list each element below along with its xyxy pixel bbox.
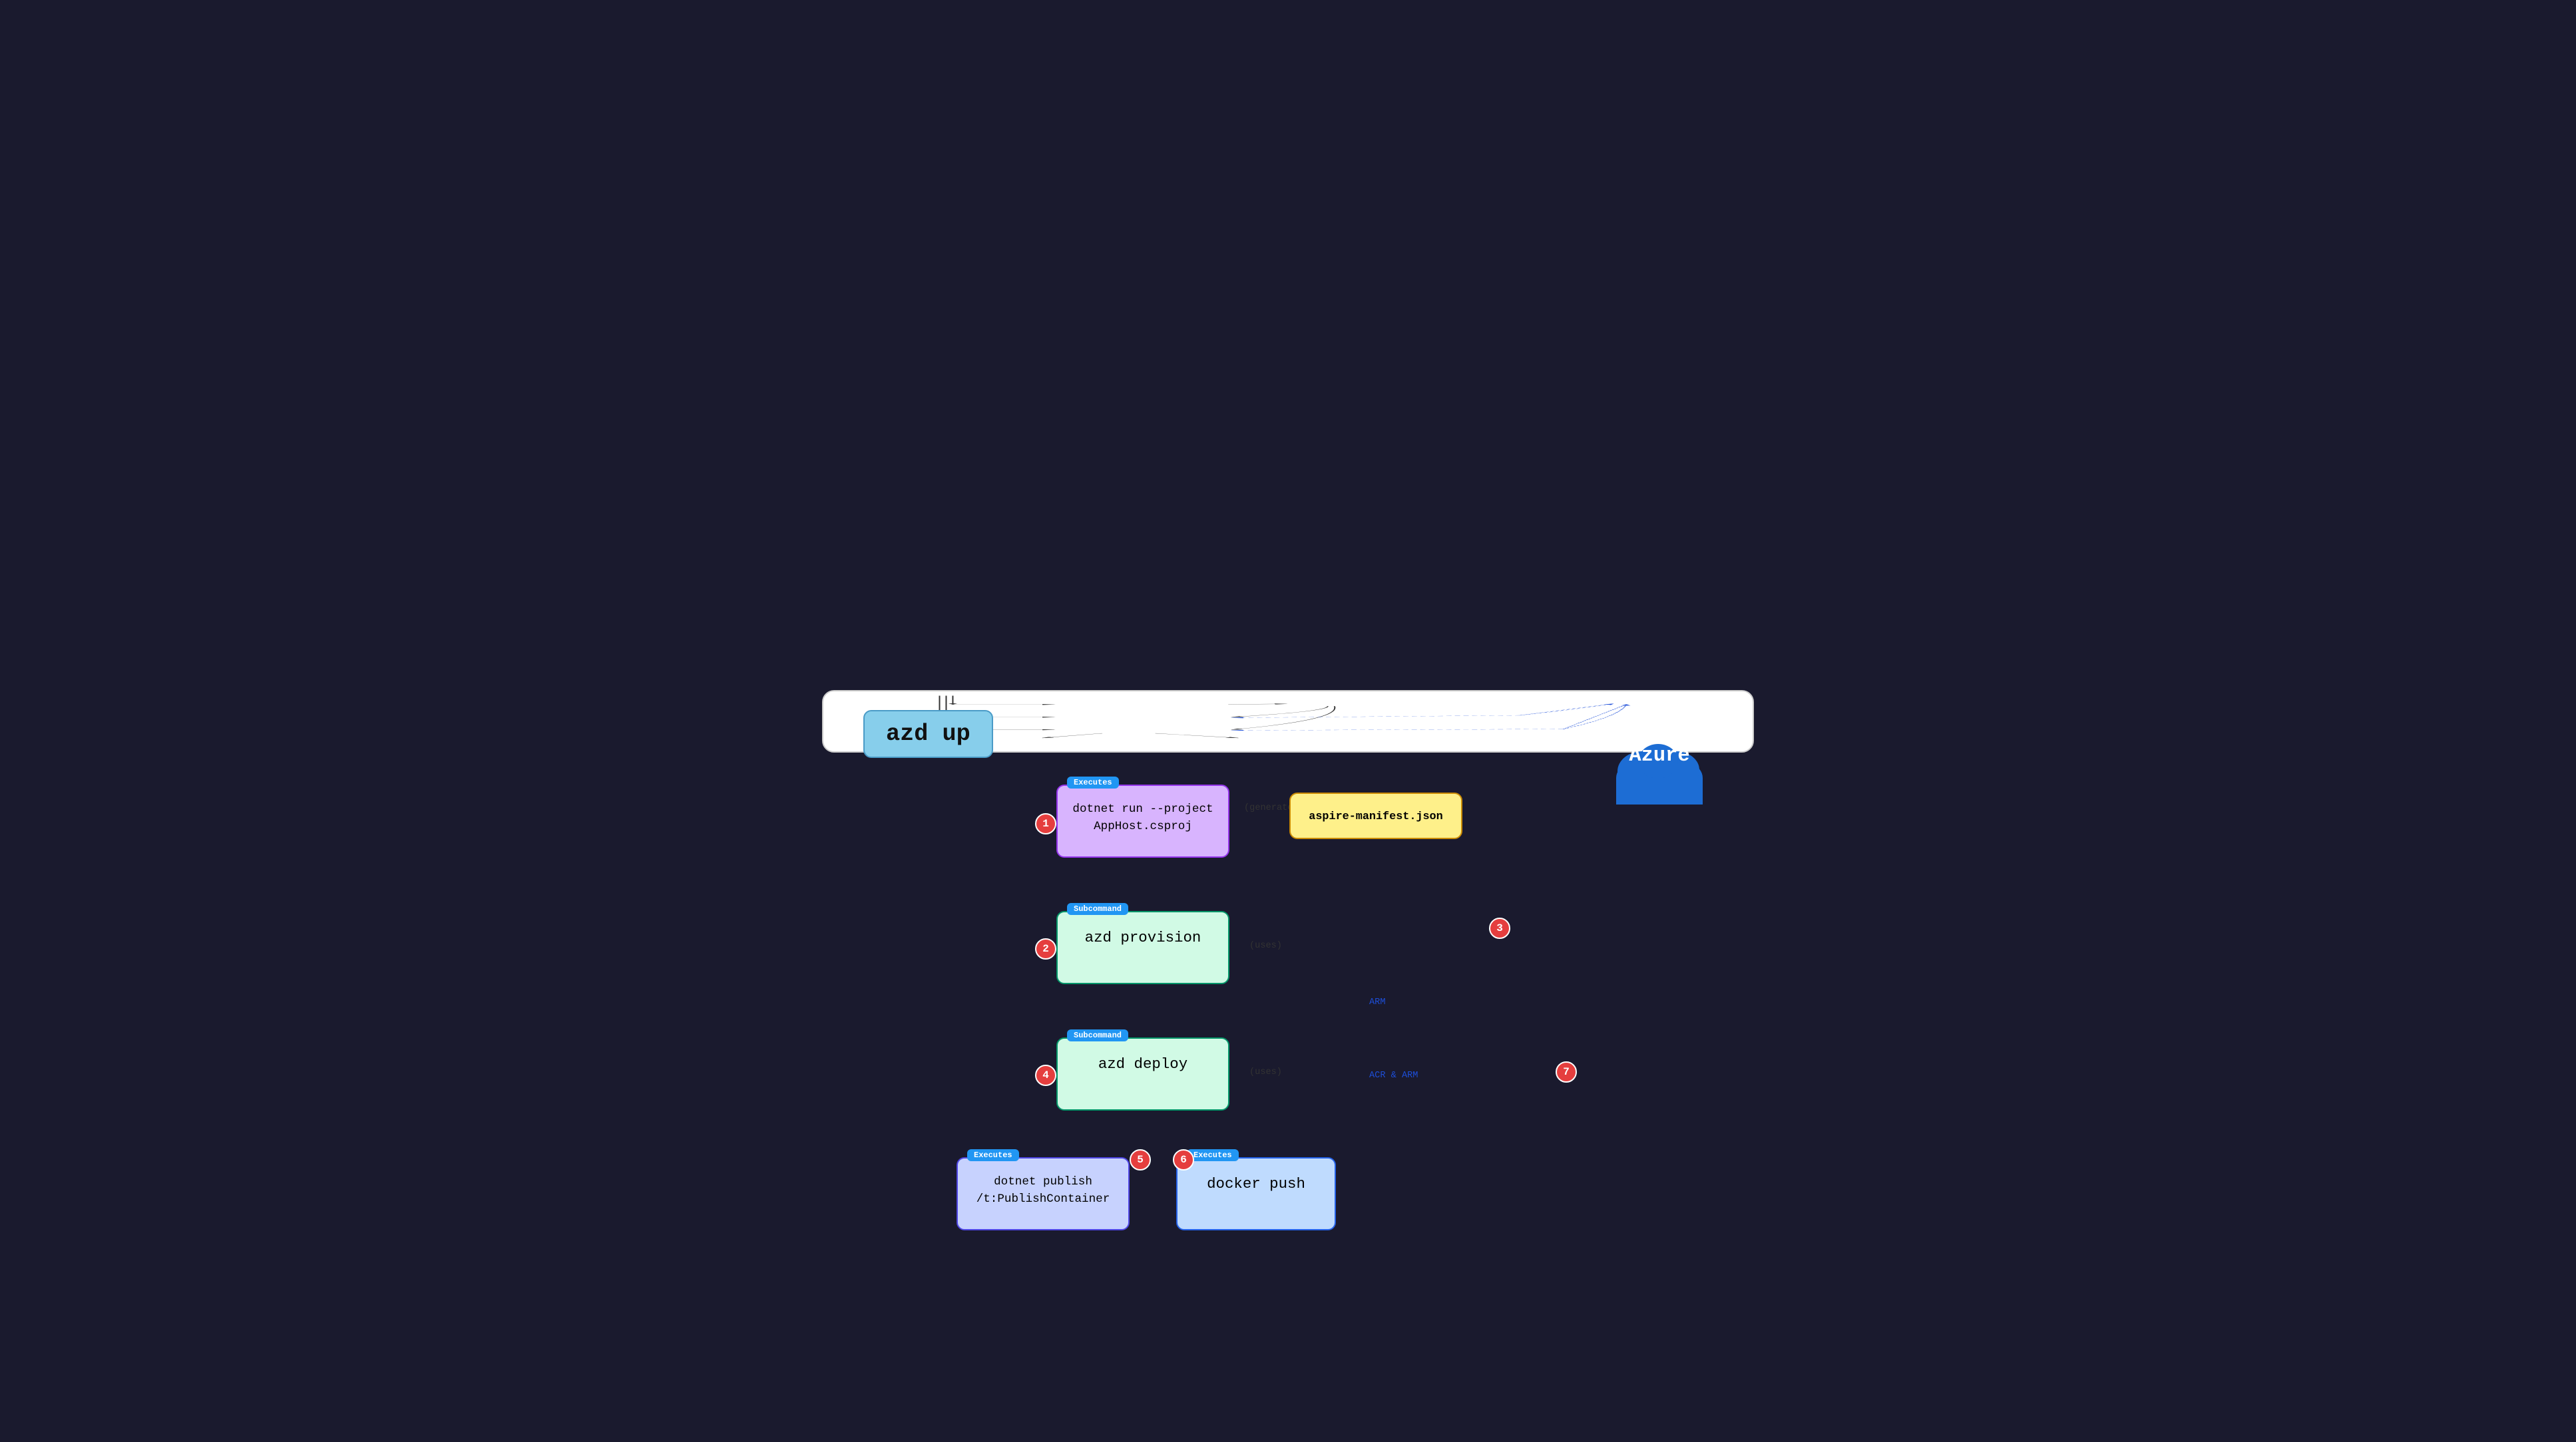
number-badge-2: 2: [1035, 938, 1056, 960]
dotnet-publish-badge: Executes: [967, 1149, 1019, 1161]
cloud-icon: [1606, 731, 1713, 805]
number-badge-5: 5: [1130, 1149, 1151, 1171]
number-badge-1: 1: [1035, 813, 1056, 834]
manifest-content: aspire-manifest.json: [1309, 809, 1442, 825]
deploy-content: azd deploy: [1068, 1053, 1217, 1076]
number-badge-3: 3: [1489, 918, 1510, 939]
azure-cloud: Azure: [1606, 731, 1713, 808]
provision-content: azd provision: [1068, 927, 1217, 950]
dotnet-publish-content: dotnet publish/t:PublishContainer: [968, 1173, 1118, 1208]
number-badge-7: 7: [1556, 1061, 1577, 1083]
dotnet-run-badge: Executes: [1067, 777, 1119, 789]
azure-label: Azure: [1629, 745, 1689, 767]
uses1-label: (uses): [1249, 941, 1282, 951]
azd-up-label: azd up: [886, 721, 970, 747]
deploy-node: Subcommand azd deploy: [1056, 1037, 1229, 1111]
azd-up-box: azd up: [863, 710, 993, 758]
number-badge-4: 4: [1035, 1065, 1056, 1086]
docker-push-badge: Executes: [1187, 1149, 1239, 1161]
diagram-container: azd up Azure Executes dotnet run --proje…: [822, 690, 1754, 753]
manifest-node: aspire-manifest.json: [1289, 793, 1462, 839]
dotnet-publish-node: Executes dotnet publish/t:PublishContain…: [957, 1157, 1130, 1230]
docker-push-content: docker push: [1188, 1173, 1324, 1196]
acr-arm-label: ACR & ARM: [1369, 1071, 1418, 1081]
uses2-label: (uses): [1249, 1067, 1282, 1077]
arm-label: ARM: [1369, 997, 1385, 1007]
dotnet-run-content: dotnet run --projectAppHost.csproj: [1068, 801, 1217, 836]
provision-badge: Subcommand: [1067, 903, 1128, 915]
provision-node: Subcommand azd provision: [1056, 911, 1229, 984]
number-badge-6: 6: [1173, 1149, 1194, 1171]
docker-push-node: Executes docker push: [1176, 1157, 1336, 1230]
deploy-badge: Subcommand: [1067, 1029, 1128, 1041]
dotnet-run-node: Executes dotnet run --projectAppHost.csp…: [1056, 785, 1229, 858]
